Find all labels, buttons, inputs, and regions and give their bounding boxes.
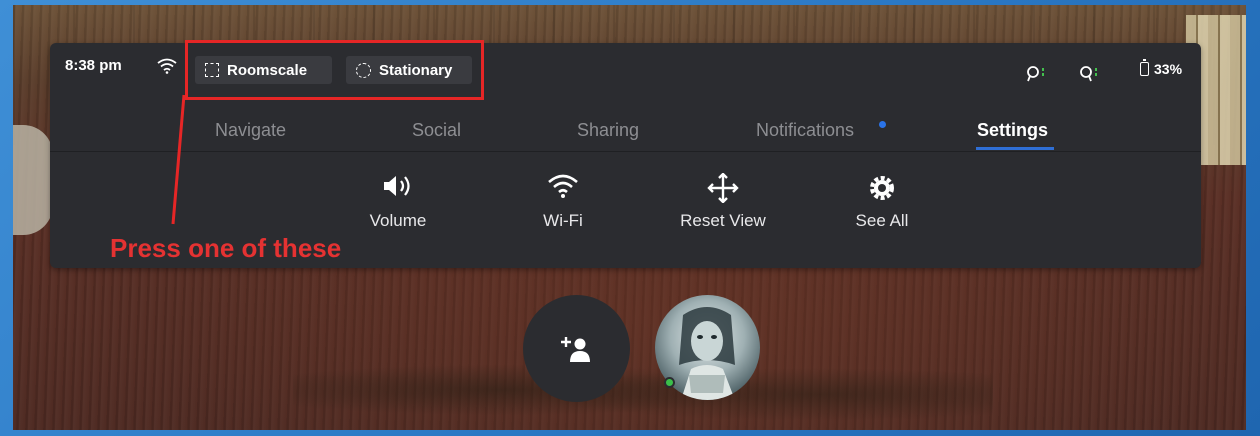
annotation-pointer-line bbox=[171, 94, 186, 225]
add-person-icon bbox=[561, 337, 590, 362]
add-friend-button[interactable] bbox=[523, 295, 630, 402]
annotation-text: Press one of these bbox=[110, 233, 342, 263]
online-status-indicator bbox=[664, 377, 675, 388]
